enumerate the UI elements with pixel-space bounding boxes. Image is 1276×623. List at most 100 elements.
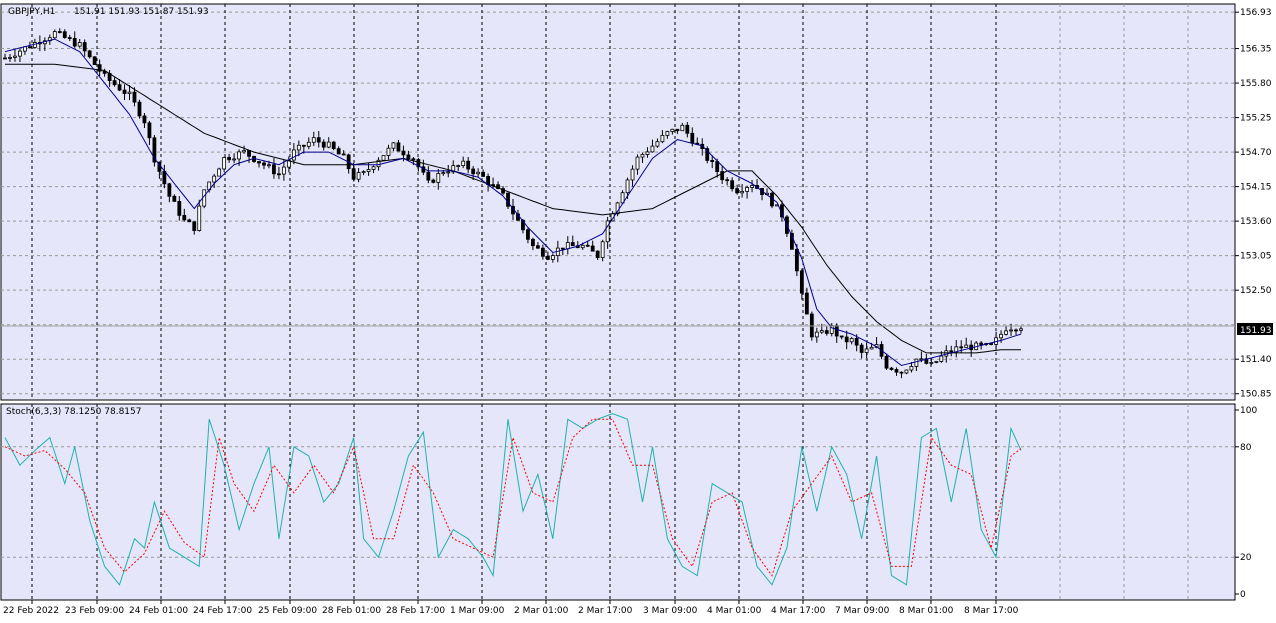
- candle-body: [67, 37, 72, 39]
- candle-body: [750, 185, 754, 188]
- candle-body: [740, 191, 744, 194]
- candle-body: [142, 115, 147, 124]
- candle-body: [859, 344, 864, 353]
- candle-body: [371, 166, 376, 170]
- candle-body: [351, 168, 356, 180]
- candle-body: [361, 171, 366, 173]
- candle-body: [311, 137, 316, 143]
- candle-body: [540, 247, 545, 257]
- candle-body: [127, 91, 132, 94]
- candle-body: [710, 160, 715, 163]
- candle-body: [939, 355, 944, 362]
- candle-body: [57, 31, 62, 33]
- candle-body: [690, 132, 695, 144]
- candle-body: [13, 55, 17, 58]
- candle-body: [531, 238, 535, 247]
- time-tick-label: 2 Mar 01:00: [514, 606, 569, 616]
- candle-body: [167, 183, 172, 197]
- time-tick-label: 3 Mar 09:00: [643, 606, 698, 616]
- candle-body: [391, 142, 396, 149]
- candle-body: [884, 355, 889, 369]
- time-tick-label: 22 Feb 2022: [3, 606, 59, 616]
- stoch-tick-label: 20: [1240, 553, 1252, 563]
- candle-body: [526, 229, 530, 240]
- candle-body: [869, 346, 874, 350]
- time-tick-label: 4 Mar 01:00: [707, 606, 762, 616]
- candle-body: [227, 157, 232, 161]
- candle-body: [137, 101, 142, 117]
- candle-body: [814, 331, 819, 338]
- candle-body: [267, 164, 271, 167]
- time-axis[interactable]: 22 Feb 2022 23 Feb 09:00 24 Feb 01:00 24 Fe…: [3, 600, 1019, 616]
- candle-body: [536, 245, 540, 249]
- stoch-tick-label: 100: [1240, 406, 1257, 416]
- candle-body: [52, 31, 57, 39]
- candle-body: [411, 158, 416, 161]
- candle-body: [655, 141, 660, 147]
- candle-body: [162, 170, 167, 185]
- candle-body: [182, 214, 187, 221]
- candle-body: [640, 154, 645, 158]
- candle-body: [725, 179, 730, 182]
- candle-body: [426, 171, 431, 181]
- candle-body: [1009, 329, 1013, 332]
- candle-body: [650, 145, 655, 153]
- candle-body: [187, 219, 192, 223]
- time-tick-label: 25 Feb 09:00: [258, 606, 317, 616]
- candle-body: [272, 164, 276, 175]
- candle-body: [730, 180, 735, 190]
- candle-body: [326, 141, 331, 148]
- candle-body: [441, 172, 446, 175]
- price-axis[interactable]: 156.93 156.35 155.80 155.25 154.70 154.15 153.…: [1235, 8, 1272, 400]
- candle-body: [237, 151, 241, 160]
- candle-body: [645, 151, 650, 155]
- candle-body: [436, 173, 441, 183]
- candle-body: [396, 142, 401, 152]
- candle-body: [904, 369, 909, 374]
- time-tick-label: 28 Feb 17:00: [386, 606, 445, 616]
- time-tick-label: 8 Mar 17:00: [964, 606, 1019, 616]
- candle-body: [406, 154, 411, 160]
- candle-body: [595, 250, 600, 258]
- candle-body: [366, 169, 371, 172]
- candle-body: [675, 128, 680, 132]
- candle-body: [824, 330, 829, 334]
- stoch-tick-label: 0: [1240, 590, 1246, 600]
- candle-body: [172, 195, 177, 202]
- candle-body: [262, 162, 266, 166]
- candle-body: [446, 171, 451, 174]
- candle-body: [565, 242, 570, 250]
- candle-body: [3, 57, 7, 60]
- price-tick-label: 156.35: [1240, 45, 1272, 55]
- candle-body: [625, 179, 630, 194]
- candle-body: [381, 155, 386, 161]
- chart-symbol: GBPJPY,H1: [8, 7, 55, 17]
- stoch-panel[interactable]: [0, 403, 1236, 601]
- current-price-label: 151.93: [1240, 326, 1272, 336]
- stoch-axis[interactable]: 100 80 20 0: [1235, 406, 1257, 600]
- candle-body: [799, 270, 804, 294]
- candle-body: [386, 147, 391, 156]
- candle-body: [28, 46, 32, 49]
- candle-body: [461, 160, 466, 166]
- candle-body: [1019, 328, 1023, 331]
- candle-body: [715, 161, 720, 172]
- candle-body: [476, 171, 481, 175]
- candle-body: [466, 160, 471, 170]
- candle-body: [804, 292, 809, 315]
- candle-body: [232, 158, 236, 161]
- candle-body: [735, 188, 740, 194]
- candle-body: [839, 335, 844, 338]
- trading-chart[interactable]: GBPJPY,H1 151.91 151.93 151.87 151.93 15…: [0, 0, 1276, 623]
- candle-body: [177, 201, 182, 216]
- candle-body: [301, 144, 306, 147]
- candle-body: [964, 344, 969, 348]
- candle-body: [18, 50, 22, 57]
- candle-body: [132, 91, 137, 103]
- candle-body: [999, 333, 1003, 339]
- candle-body: [1004, 330, 1008, 335]
- candle-body: [949, 350, 954, 353]
- candle-body: [82, 42, 87, 52]
- candle-body: [8, 56, 12, 59]
- candle-body: [197, 205, 202, 231]
